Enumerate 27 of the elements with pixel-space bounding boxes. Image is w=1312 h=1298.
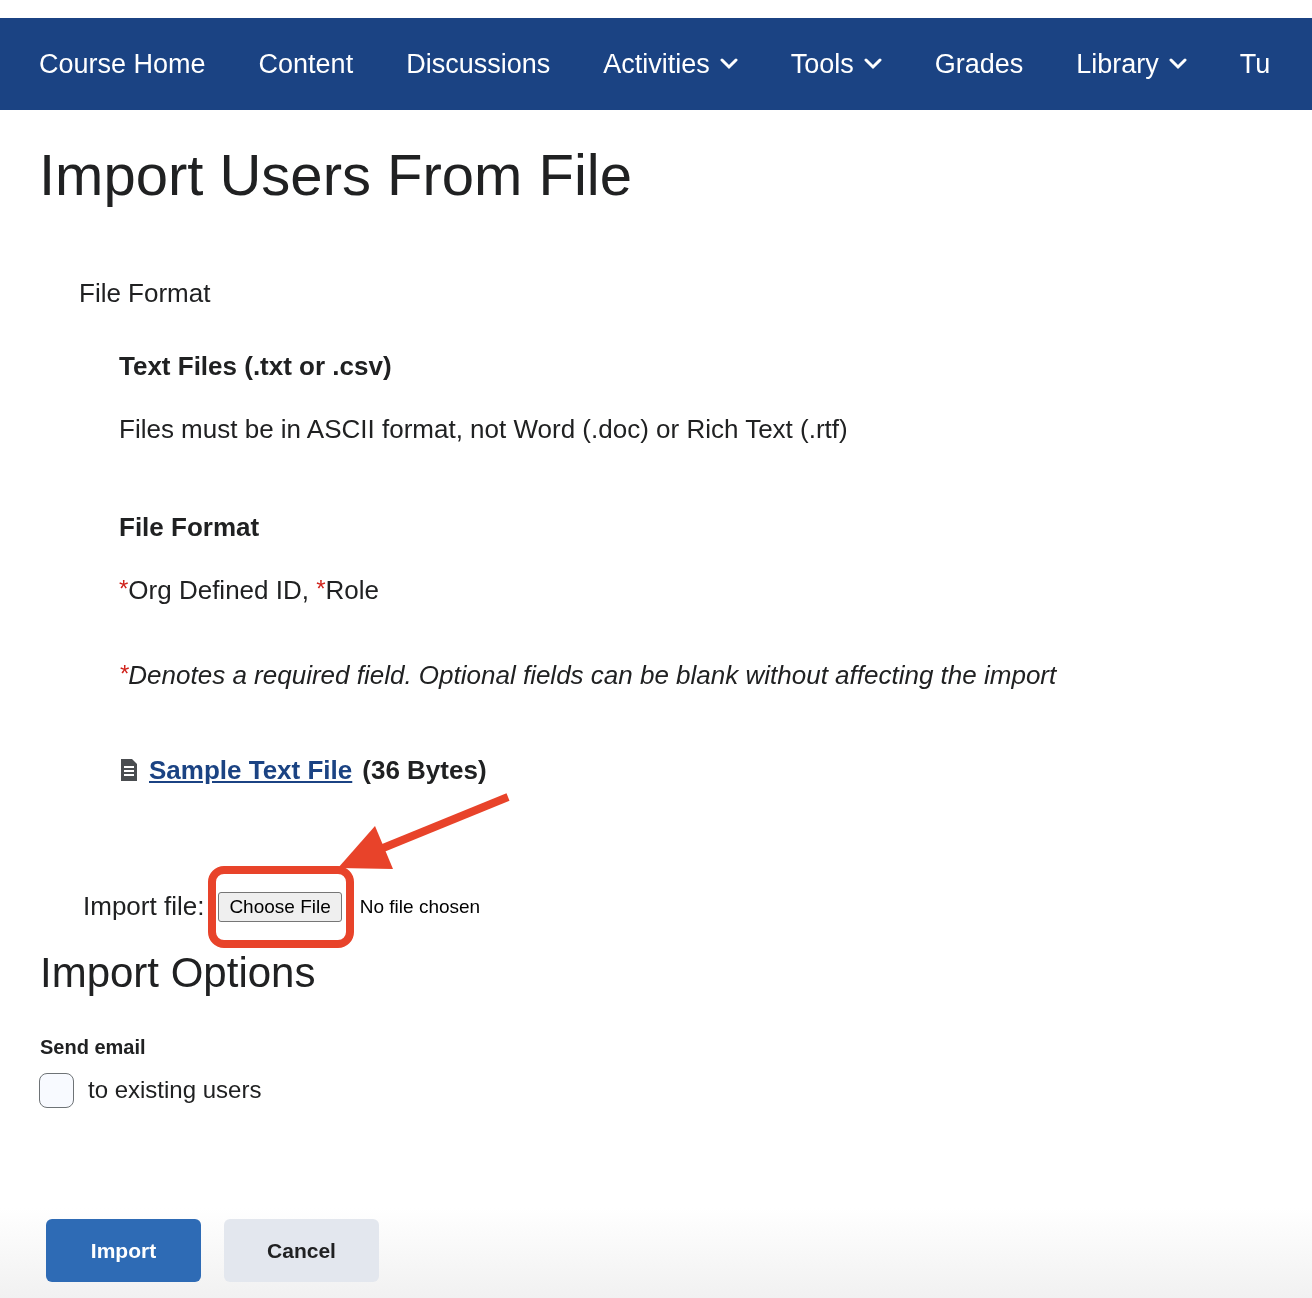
page-title: Import Users From File (39, 141, 633, 209)
cancel-button[interactable]: Cancel (224, 1219, 379, 1282)
nav-item[interactable]: Tu (1239, 48, 1271, 80)
section-label: File Format (79, 277, 212, 309)
checkbox[interactable] (39, 1073, 74, 1109)
nav-item[interactable]: Activities (603, 48, 738, 80)
required-note: *Denotes a required field. Optional fields can be blank without affecting the import (119, 659, 1058, 691)
nav-item[interactable]: Grades (934, 48, 1024, 80)
field-list: *Org Defined ID, *Role (119, 575, 1312, 607)
section-heading: Text Files (.txt or .csv) (119, 350, 393, 382)
document-icon (119, 758, 139, 783)
nav-item[interactable]: Tools (790, 48, 882, 80)
choose-file-button[interactable]: Choose File (218, 891, 342, 922)
checkbox-label: to existing users (88, 1076, 262, 1106)
nav-item[interactable]: Library (1076, 48, 1187, 80)
nav-item[interactable]: Course Home (39, 48, 206, 80)
nav-item[interactable]: Discussions (406, 48, 551, 80)
section-heading: File Format (119, 512, 261, 544)
file-size: (36 Bytes) (362, 754, 487, 786)
sample-file-link[interactable]: Sample Text File (149, 754, 353, 786)
group-label: Send email (40, 1036, 147, 1060)
description-text: Files must be in ASCII format, not Word (.doc) or Rich Text (.rtf) (119, 413, 849, 446)
import-file-label: Import file: (83, 891, 205, 923)
import-button[interactable]: Import (46, 1219, 201, 1282)
section-title: Import Options (40, 947, 317, 998)
nav-item[interactable]: Content (258, 48, 354, 80)
file-status: No file chosen (359, 895, 481, 918)
